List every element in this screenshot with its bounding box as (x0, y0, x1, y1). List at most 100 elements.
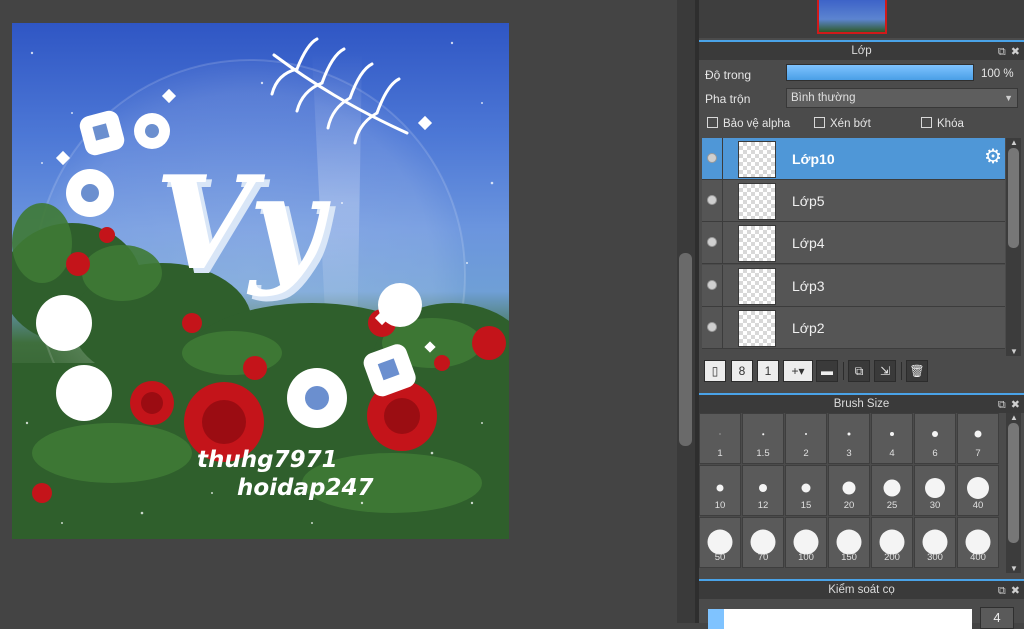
delete-layer-icon[interactable]: 🗑 (906, 360, 928, 382)
brush-size-label: 400 (970, 552, 986, 563)
visibility-toggle[interactable] (702, 222, 723, 263)
merge-layer-icon[interactable]: ⇲ (874, 360, 896, 382)
lock-checkbox[interactable]: Khóa (921, 117, 964, 130)
duplicate-layer-icon[interactable]: ⧉ (848, 360, 870, 382)
brush-size-cell[interactable]: 200 (871, 517, 913, 568)
artwork-canvas[interactable]: Vy Vy thuhg7971 hoidap247 (12, 23, 509, 539)
new-8bit-layer-icon[interactable]: 8 (731, 360, 753, 382)
brush-dot-icon (759, 484, 767, 492)
layer-panel-header: Lớp ⧉ ✖ (699, 40, 1024, 60)
brush-size-cell[interactable]: 150 (828, 517, 870, 568)
brush-size-label: 10 (714, 500, 726, 511)
scroll-down-icon[interactable]: ▼ (1010, 564, 1018, 573)
new-1bit-layer-icon[interactable]: 1 (757, 360, 779, 382)
visibility-toggle[interactable] (702, 265, 723, 306)
layer-name: Lớp2 (792, 320, 825, 336)
brush-size-cell[interactable]: 10 (699, 465, 741, 516)
protect-alpha-checkbox[interactable]: Bảo vệ alpha (707, 117, 790, 130)
brush-control-slider[interactable] (708, 609, 972, 629)
visibility-toggle[interactable] (702, 307, 723, 348)
brush-size-cell[interactable]: 2 (785, 413, 827, 464)
brush-size-scrollbar[interactable]: ▲ ▼ (1006, 413, 1021, 573)
brush-size-label: 50 (714, 552, 726, 563)
brush-size-label: 100 (798, 552, 814, 563)
brush-dot-icon (890, 432, 894, 436)
layer-name: Lớp10 (792, 151, 835, 167)
layer-name: Lớp4 (792, 235, 825, 251)
brush-size-cell[interactable]: 3 (828, 413, 870, 464)
brush-size-cell[interactable]: 20 (828, 465, 870, 516)
close-icon[interactable]: ✖ (1011, 399, 1020, 411)
scroll-up-icon[interactable]: ▲ (1010, 413, 1018, 422)
brush-size-cell[interactable]: 1.5 (742, 413, 784, 464)
brush-control-value[interactable]: 4 (980, 607, 1014, 629)
close-icon[interactable]: ✖ (1011, 585, 1020, 597)
brush-size-cell[interactable]: 15 (785, 465, 827, 516)
brush-dot-icon (879, 529, 905, 555)
opacity-value: 100 % (981, 68, 1014, 80)
gear-icon[interactable]: ⚙ (984, 147, 1002, 167)
eye-icon (707, 237, 717, 247)
brush-size-cell[interactable]: 30 (914, 465, 956, 516)
layer-thumbnail (738, 268, 776, 305)
brush-dot-icon (965, 529, 991, 555)
layer-panel-header-icons: ⧉ ✖ (993, 43, 1020, 61)
navigator-preview[interactable] (699, 0, 1024, 38)
layer-list-scroll-thumb[interactable] (1008, 148, 1019, 248)
close-icon[interactable]: ✖ (1011, 46, 1020, 58)
caption-line-2: hoidap247 (237, 475, 374, 501)
scroll-up-icon[interactable]: ▲ (1010, 138, 1018, 147)
brush-size-cell[interactable]: 4 (871, 413, 913, 464)
navigator-viewport-frame[interactable] (817, 0, 887, 34)
big-text: Vy (155, 149, 331, 299)
brush-size-cell[interactable]: 6 (914, 413, 956, 464)
brush-dot-icon (750, 529, 776, 555)
canvas-scroll-thumb[interactable] (679, 253, 692, 446)
visibility-toggle[interactable] (702, 180, 723, 221)
popout-icon[interactable]: ⧉ (998, 585, 1006, 597)
brush-size-cell[interactable]: 25 (871, 465, 913, 516)
blend-mode-select[interactable]: Bình thường ▼ (786, 88, 1018, 108)
brush-size-cell[interactable]: 100 (785, 517, 827, 568)
layer-list-scrollbar[interactable]: ▲ ▼ (1006, 138, 1021, 356)
popout-icon[interactable]: ⧉ (998, 399, 1006, 411)
protect-alpha-label: Bảo vệ alpha (723, 118, 791, 130)
brush-size-cell[interactable]: 400 (957, 517, 999, 568)
brush-size-cell[interactable]: 40 (957, 465, 999, 516)
layer-row[interactable]: Lớp10 ⚙ (702, 138, 1005, 180)
folder-icon[interactable]: ▬ (816, 360, 838, 382)
brush-size-cell[interactable]: 7 (957, 413, 999, 464)
brush-size-cell[interactable]: 300 (914, 517, 956, 568)
new-layer-icon[interactable]: ▯ (704, 360, 726, 382)
brush-size-label: 3 (846, 448, 852, 459)
eye-icon (707, 153, 717, 163)
layer-row[interactable]: Lớp2 (702, 307, 1005, 349)
canvas-workspace[interactable]: Vy Vy thuhg7971 hoidap247 (0, 0, 676, 623)
brush-size-label: 200 (884, 552, 900, 563)
brush-size-scroll-thumb[interactable] (1008, 423, 1019, 543)
blend-mode-label: Pha trộn (705, 92, 751, 106)
brush-size-label: 12 (757, 500, 769, 511)
layer-row[interactable]: Lớp5 (702, 180, 1005, 222)
add-layer-menu-icon[interactable]: +▾ (783, 360, 813, 382)
popout-icon[interactable]: ⧉ (998, 46, 1006, 58)
clipping-checkbox[interactable]: Xén bớt (814, 117, 871, 130)
layer-row[interactable]: Lớp4 (702, 222, 1005, 264)
brush-dot-icon (707, 529, 733, 555)
visibility-toggle[interactable] (702, 138, 723, 179)
brush-size-label: 4 (889, 448, 895, 459)
layer-row[interactable]: Lớp3 (702, 265, 1005, 307)
clipping-label: Xén bớt (830, 118, 871, 130)
eye-icon (707, 280, 717, 290)
brush-size-label: 70 (757, 552, 769, 563)
opacity-slider[interactable] (786, 64, 974, 81)
brush-size-cell[interactable]: 70 (742, 517, 784, 568)
brush-size-cell[interactable]: 50 (699, 517, 741, 568)
brush-dot-icon (762, 433, 764, 435)
opacity-label: Độ trong (705, 68, 752, 82)
scroll-down-icon[interactable]: ▼ (1010, 347, 1018, 356)
layer-name: Lớp3 (792, 278, 825, 294)
brush-size-cell[interactable]: 1 (699, 413, 741, 464)
brush-size-cell[interactable]: 12 (742, 465, 784, 516)
brush-size-label: 30 (929, 500, 941, 511)
